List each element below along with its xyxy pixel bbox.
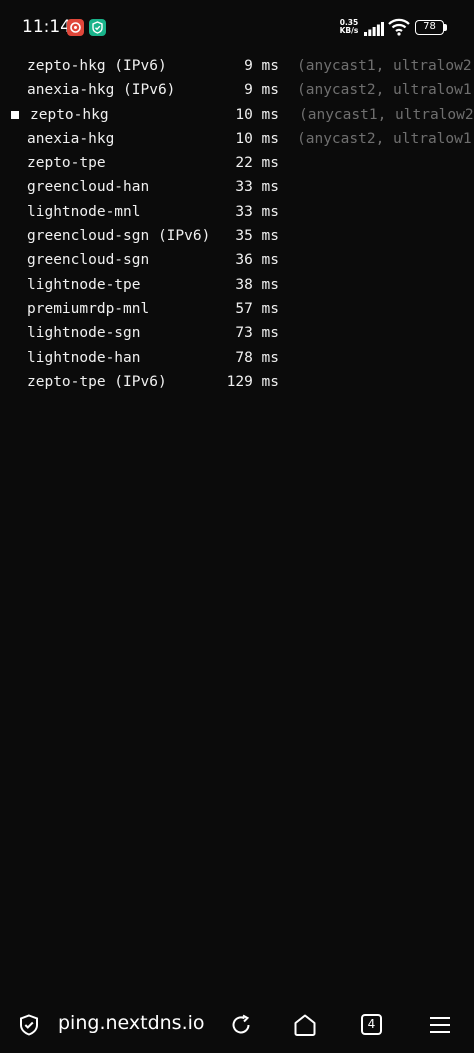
server-name: zepto-tpe xyxy=(27,155,106,172)
server-latency: 10 ms xyxy=(235,106,279,123)
ping-result-row: zepto-hkg (IPv6) 9 ms (anycast1, ultralow2 xyxy=(0,54,474,78)
server-name: zepto-hkg xyxy=(30,106,109,123)
address-bar-url[interactable]: ping.nextdns.io xyxy=(58,1012,205,1034)
server-latency: 38 ms xyxy=(235,276,279,293)
reload-icon[interactable] xyxy=(229,1013,253,1041)
server-note: (anycast1, ultralow2 xyxy=(299,106,474,123)
browser-toolbar: ping.nextdns.io 4 xyxy=(0,1000,474,1053)
current-server-marker xyxy=(11,110,19,119)
ping-result-row: anexia-hkg 10 ms (anycast2, ultralow1 xyxy=(0,127,474,151)
server-latency: 10 ms xyxy=(235,130,279,147)
server-name: lightnode-mnl xyxy=(27,203,141,220)
ping-results-list: zepto-hkg (IPv6) 9 ms (anycast1, ultralow2… xyxy=(0,54,474,394)
server-latency: 129 ms xyxy=(226,373,279,390)
ping-result-row: zepto-hkg 10 ms (anycast1, ultralow2 xyxy=(0,103,474,127)
ping-result-row: lightnode-sgn 73 ms xyxy=(0,321,474,345)
ping-result-row: zepto-tpe (IPv6) 129 ms xyxy=(0,370,474,394)
server-latency: 36 ms xyxy=(235,252,279,269)
app-notification-icon xyxy=(67,19,84,36)
server-name: greencloud-sgn (IPv6) xyxy=(27,228,211,245)
battery-tip xyxy=(444,24,447,31)
tabs-icon[interactable]: 4 xyxy=(361,1014,382,1035)
server-latency: 33 ms xyxy=(235,179,279,196)
ping-result-row: greencloud-sgn 36 ms xyxy=(0,248,474,272)
server-name: greencloud-han xyxy=(27,179,150,196)
ping-result-row: lightnode-tpe 38 ms xyxy=(0,273,474,297)
ping-result-row: premiumrdp-mnl 57 ms xyxy=(0,297,474,321)
server-name: zepto-tpe (IPv6) xyxy=(27,373,167,390)
server-latency: 9 ms xyxy=(244,82,279,99)
server-note: (anycast2, ultralow1 xyxy=(297,130,472,147)
server-name: lightnode-tpe xyxy=(27,276,141,293)
server-name: anexia-hkg xyxy=(27,130,115,147)
server-latency: 78 ms xyxy=(235,349,279,366)
server-latency: 33 ms xyxy=(235,203,279,220)
status-time: 11:14 xyxy=(22,17,71,37)
tab-count: 4 xyxy=(367,1017,376,1031)
server-latency: 9 ms xyxy=(244,58,279,74)
server-latency: 22 ms xyxy=(235,155,279,172)
server-name: anexia-hkg (IPv6) xyxy=(27,82,176,99)
server-name: lightnode-han xyxy=(27,349,141,366)
ping-result-row: lightnode-han 78 ms xyxy=(0,346,474,370)
server-name: premiumrdp-mnl xyxy=(27,300,150,317)
ping-result-row: greencloud-han 33 ms xyxy=(0,175,474,199)
home-icon[interactable] xyxy=(292,1012,318,1042)
server-latency: 57 ms xyxy=(235,300,279,317)
battery-level: 78 xyxy=(423,21,436,32)
menu-icon[interactable] xyxy=(429,1014,451,1040)
network-speed-unit: KB/s xyxy=(339,26,359,35)
cellular-signal-icon xyxy=(364,21,384,40)
server-latency: 73 ms xyxy=(235,325,279,342)
wifi-icon xyxy=(388,18,410,40)
server-note: (anycast1, ultralow2 xyxy=(297,58,472,74)
status-bar: 11:14 0.35 KB/s 78 xyxy=(0,0,474,56)
secure-shield-icon[interactable] xyxy=(17,1013,41,1041)
server-name: zepto-hkg (IPv6) xyxy=(27,58,167,74)
shield-notification-icon xyxy=(89,19,106,36)
server-name: greencloud-sgn xyxy=(27,252,150,269)
server-name: lightnode-sgn xyxy=(27,325,141,342)
ping-result-row: anexia-hkg (IPv6) 9 ms (anycast2, ultralow… xyxy=(0,78,474,102)
server-note: (anycast2, ultralow1 xyxy=(297,82,472,99)
ping-result-row: greencloud-sgn (IPv6) 35 ms xyxy=(0,224,474,248)
ping-result-row: zepto-tpe 22 ms xyxy=(0,151,474,175)
battery-icon: 78 xyxy=(415,20,444,35)
server-latency: 35 ms xyxy=(235,228,279,245)
ping-result-row: lightnode-mnl 33 ms xyxy=(0,200,474,224)
network-speed: 0.35 KB/s xyxy=(337,19,361,35)
